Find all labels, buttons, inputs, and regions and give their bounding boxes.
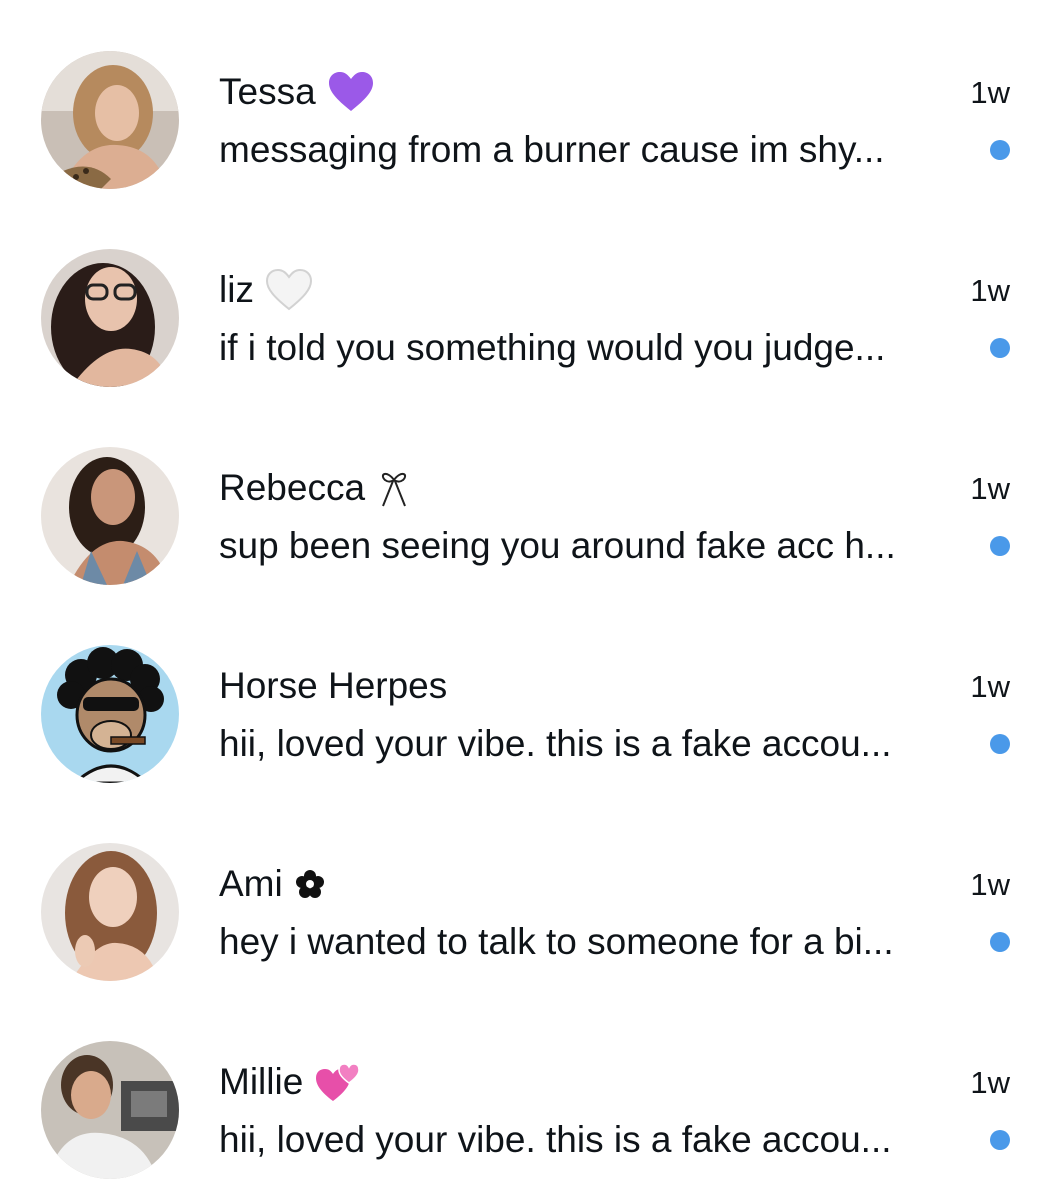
unread-indicator (990, 140, 1010, 160)
conversation-name: Tessa (219, 68, 374, 116)
unread-indicator (990, 734, 1010, 754)
avatar[interactable] (41, 843, 179, 981)
message-preview: if i told you something would you judge.… (219, 327, 886, 368)
timestamp: 1w (970, 669, 1010, 704)
conversation-row[interactable]: Tessa messaging from a burner cause im s… (0, 0, 1052, 198)
conversation-name: Ami (219, 860, 325, 908)
avatar[interactable] (41, 51, 179, 189)
conversation-row[interactable]: liz if i told you something would you ju… (0, 198, 1052, 396)
two-hearts-icon (315, 1061, 361, 1103)
unread-indicator (990, 1130, 1010, 1150)
conversation-name: Millie (219, 1058, 361, 1106)
avatar[interactable] (41, 249, 179, 387)
conversation-name: Horse Herpes (219, 665, 448, 706)
message-preview: messaging from a burner cause im shy... (219, 129, 885, 170)
ribbon-icon (377, 468, 411, 508)
flower-icon (295, 869, 325, 899)
conversation-row[interactable]: Millie hii, loved your vibe. this is a f… (0, 990, 1052, 1188)
timestamp: 1w (970, 1065, 1010, 1100)
message-preview: hii, loved your vibe. this is a fake acc… (219, 1119, 892, 1160)
avatar[interactable] (41, 1041, 179, 1179)
white-heart-icon (265, 269, 312, 311)
avatar[interactable] (41, 447, 179, 585)
message-preview: hii, loved your vibe. this is a fake acc… (219, 723, 892, 764)
timestamp: 1w (970, 471, 1010, 506)
timestamp: 1w (970, 867, 1010, 902)
timestamp: 1w (970, 273, 1010, 308)
unread-indicator (990, 338, 1010, 358)
timestamp: 1w (970, 75, 1010, 110)
conversation-name: Rebecca (219, 464, 411, 512)
message-list: Tessa messaging from a burner cause im s… (0, 0, 1052, 1200)
conversation-row[interactable]: Ami hey i wanted to talk to someone for … (0, 792, 1052, 990)
message-preview: hey i wanted to talk to someone for a bi… (219, 921, 894, 962)
conversation-row[interactable]: Horse Herpes hii, loved your vibe. this … (0, 594, 1052, 792)
unread-indicator (990, 536, 1010, 556)
avatar[interactable] (41, 645, 179, 783)
unread-indicator (990, 932, 1010, 952)
purple-heart-icon (328, 71, 374, 113)
conversation-row[interactable]: Rebecca sup been seeing you around fake … (0, 396, 1052, 594)
message-preview: sup been seeing you around fake acc h... (219, 525, 896, 566)
conversation-name: liz (219, 266, 312, 314)
